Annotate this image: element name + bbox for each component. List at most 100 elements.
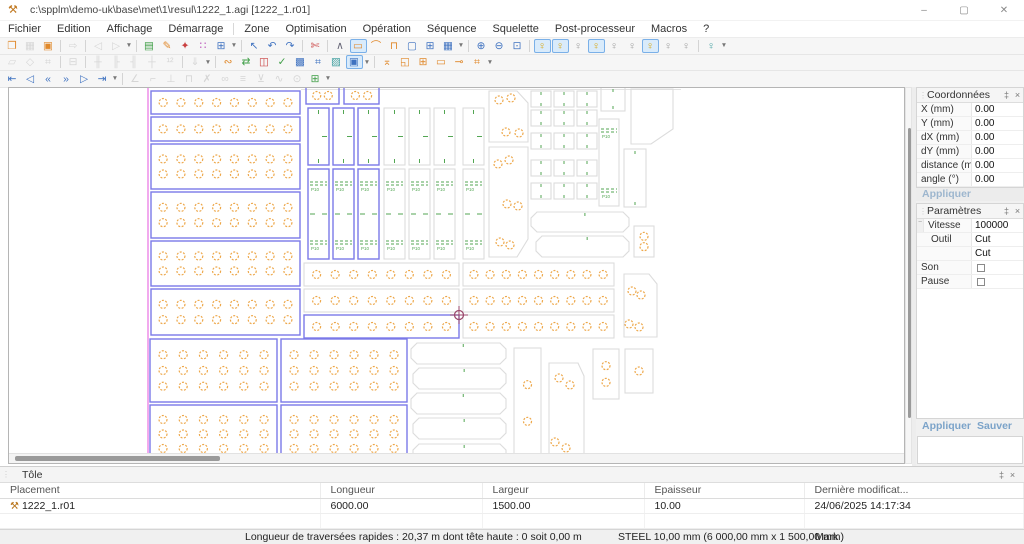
detach-icon[interactable]: ⊸	[451, 55, 468, 69]
play-back-icon[interactable]: «	[40, 72, 57, 86]
parameter-value-field[interactable]: Cut	[972, 247, 1023, 260]
menu-s-quence[interactable]: Séquence	[419, 21, 485, 38]
verify-icon[interactable]: ⊻	[253, 72, 270, 86]
simulate-back-icon[interactable]: ◁	[90, 39, 107, 53]
show-sheet-icon[interactable]: ♀	[588, 39, 605, 53]
coordinate-value-field[interactable]: 0.00	[972, 117, 1023, 130]
align-distribute-icon[interactable]: ¹²	[162, 55, 179, 69]
simulate-forward-icon[interactable]: ▷	[108, 39, 125, 53]
grid-tool-icon[interactable]: ⊞	[422, 39, 439, 53]
ghost-rect-tool-icon[interactable]: ▢	[404, 39, 421, 53]
menu-macros[interactable]: Macros	[643, 21, 695, 38]
show-grid-icon[interactable]: ♀	[552, 39, 569, 53]
parameter-checkbox[interactable]	[977, 264, 985, 272]
copy-process-icon[interactable]: ⊞	[415, 55, 432, 69]
sauver-button[interactable]: Sauver	[977, 420, 1012, 432]
coordinate-value-field[interactable]: 0.00	[972, 173, 1023, 186]
zoom-fit-icon[interactable]: ⊡	[509, 39, 526, 53]
fill-pattern-icon[interactable]: ▨	[328, 55, 345, 69]
lead-in-icon[interactable]: ◱	[397, 55, 414, 69]
arc-tool-icon[interactable]: ⌒	[368, 39, 385, 53]
show-dims-icon[interactable]: ♀	[624, 39, 641, 53]
sheet-column-header[interactable]: Dernière modificat...	[804, 483, 1024, 498]
toolbar-dropdown-icon[interactable]: ▼	[230, 42, 238, 49]
minimize-button[interactable]: –	[904, 0, 944, 21]
toolbar-dropdown-icon[interactable]: ▼	[204, 59, 212, 66]
close-icon[interactable]: ×	[1012, 90, 1023, 100]
pin-icon[interactable]: ‡	[1001, 206, 1012, 216]
expander-icon[interactable]: −	[917, 219, 924, 232]
show-sequence-icon[interactable]: ♀	[642, 39, 659, 53]
scale-tool-icon[interactable]: ▱	[4, 55, 21, 69]
copy-sheets-icon[interactable]: ⊞	[213, 39, 230, 53]
undo-icon[interactable]: ↶	[264, 39, 281, 53]
machine-icon[interactable]: ✦	[177, 39, 194, 53]
toolbar-dropdown-icon[interactable]: ▼	[363, 59, 371, 66]
parameter-checkbox[interactable]	[977, 278, 985, 286]
micro-joint-icon[interactable]: ⌅	[379, 55, 396, 69]
sheet-column-header[interactable]: Longueur	[320, 483, 482, 498]
coordinate-value-field[interactable]: 0.00	[972, 131, 1023, 144]
menu-op-ration[interactable]: Opération	[355, 21, 419, 38]
menu-?[interactable]: ?	[695, 21, 717, 38]
align-center-icon[interactable]: ┼	[144, 55, 161, 69]
array-tool-icon[interactable]: ▦	[440, 39, 457, 53]
sheet-column-header[interactable]: Largeur	[482, 483, 644, 498]
menu-post-processeur[interactable]: Post-processeur	[547, 21, 643, 38]
pin-icon[interactable]: ‡	[1001, 90, 1012, 100]
menu-d-marrage[interactable]: Démarrage	[160, 21, 231, 38]
link-icon[interactable]: ∞	[217, 72, 234, 86]
parameter-value-field[interactable]: 100000	[972, 219, 1023, 232]
corner-tool-icon[interactable]: ⌐	[145, 72, 162, 86]
go-next-icon[interactable]: ▷	[76, 72, 93, 86]
transfer-icon[interactable]: ⇨	[65, 39, 82, 53]
rectangle-tool-icon[interactable]: ▭	[350, 39, 367, 53]
appliquer-button[interactable]: Appliquer	[922, 420, 971, 432]
sheet-column-header[interactable]: Placement	[0, 483, 320, 498]
toolbar-dropdown-icon[interactable]: ▼	[720, 42, 728, 49]
close-icon[interactable]: ×	[1007, 470, 1018, 480]
perpendicular-icon[interactable]: ⊥	[163, 72, 180, 86]
toolbar-dropdown-icon[interactable]: ▼	[457, 42, 465, 49]
coordinate-value-field[interactable]: 0.00	[972, 159, 1023, 172]
validate-icon[interactable]: ✓	[274, 55, 291, 69]
toolbar-dropdown-icon[interactable]: ▼	[111, 75, 119, 82]
hash-tool-icon[interactable]: ⌗	[469, 55, 486, 69]
auto-sequence-icon[interactable]: ▩	[292, 55, 309, 69]
tangent-icon[interactable]: ⊓	[181, 72, 198, 86]
simulation-screen-icon[interactable]: ▣	[346, 55, 363, 69]
cut-entity-icon[interactable]: ✄	[307, 39, 324, 53]
measure-box-icon[interactable]: ⌗	[40, 55, 57, 69]
vertical-scrollbar[interactable]	[905, 87, 912, 464]
nesting-canvas[interactable]: P10P10P10P10P10P10P10P10P10P10P10P10P10P…	[8, 87, 905, 464]
go-prev-icon[interactable]: ◁	[22, 72, 39, 86]
wave-icon[interactable]: ∿	[271, 72, 288, 86]
toolbar-dropdown-icon[interactable]: ▼	[125, 42, 133, 49]
node-edit-icon[interactable]: ⊟	[65, 55, 82, 69]
open-job-icon[interactable]: ▣	[40, 39, 57, 53]
menu-optimisation[interactable]: Optimisation	[277, 21, 354, 38]
maximize-button[interactable]: ▢	[944, 0, 984, 21]
trim-icon[interactable]: ✗	[199, 72, 216, 86]
show-text-icon[interactable]: ♀	[660, 39, 677, 53]
auto-dim-icon[interactable]: ◇	[22, 55, 39, 69]
vertical-scrollbar-thumb[interactable]	[908, 128, 911, 418]
sheet-column-header[interactable]: Epaisseur	[644, 483, 804, 498]
close-icon[interactable]: ×	[1012, 206, 1023, 216]
drop-anchor-icon[interactable]: ⇓	[187, 55, 204, 69]
parameter-checkbox-cell[interactable]	[972, 275, 1023, 288]
menu-squelette[interactable]: Squelette	[484, 21, 546, 38]
align-mid-icon[interactable]: ╢	[126, 55, 143, 69]
menu-fichier[interactable]: Fichier	[0, 21, 49, 38]
zoom-in-icon[interactable]: ⊕	[473, 39, 490, 53]
menu-affichage[interactable]: Affichage	[99, 21, 161, 38]
menu-edition[interactable]: Edition	[49, 21, 99, 38]
hash-edit-icon[interactable]: ⌗	[310, 55, 327, 69]
align-top-icon[interactable]: ╟	[108, 55, 125, 69]
compare-panels-icon[interactable]: ◫	[256, 55, 273, 69]
select-cursor-icon[interactable]: ↖	[246, 39, 263, 53]
sequence-shuffle-icon[interactable]: ⇄	[238, 55, 255, 69]
toolbar-dropdown-icon[interactable]: ▼	[486, 59, 494, 66]
close-button[interactable]: ✕	[984, 0, 1024, 21]
show-contours-icon[interactable]: ♀	[534, 39, 551, 53]
